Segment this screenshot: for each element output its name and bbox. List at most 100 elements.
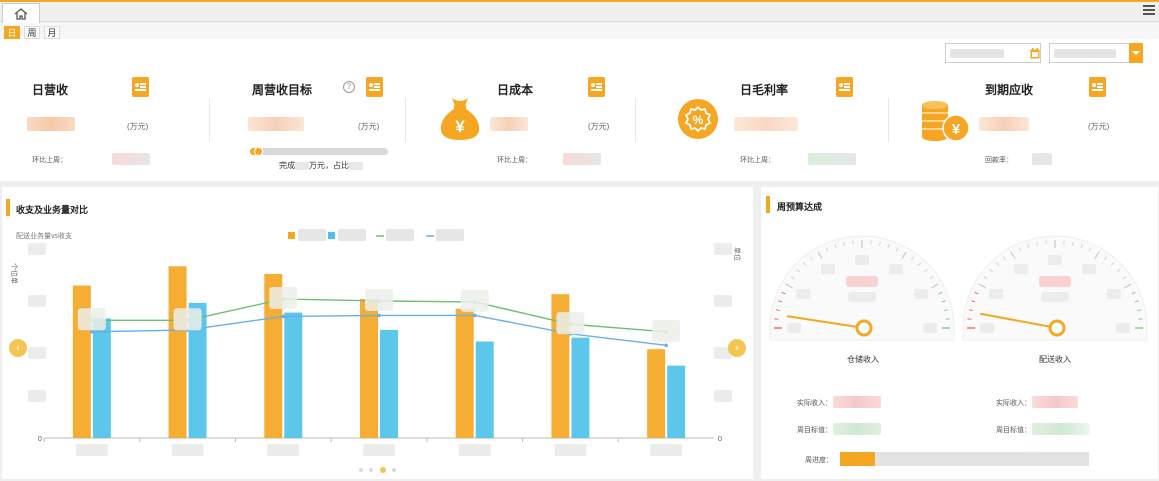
gauge-scale-label-blurred — [989, 289, 1004, 299]
question-circle-icon[interactable]: ? — [343, 81, 355, 93]
kpi-compare-label: 环比上周： — [497, 157, 532, 164]
y-tick-left-blurred — [28, 243, 46, 255]
data-label-blurred — [652, 319, 681, 342]
kpi-compare-value-blurred — [563, 153, 601, 165]
x-tick-label-blurred — [171, 444, 204, 456]
gauge-scale-label-blurred — [913, 289, 928, 299]
data-label-blurred — [556, 312, 585, 335]
divider — [635, 98, 636, 142]
home-icon — [14, 7, 28, 20]
bar — [168, 266, 187, 438]
currency-glyph: ¥ — [455, 117, 465, 136]
kpi-unit: (万元) — [358, 122, 380, 131]
actual-value-blurred — [1032, 396, 1078, 408]
gauge-scale-label-blurred — [796, 289, 811, 299]
period-tabs: 日 周 月 — [0, 23, 1159, 39]
org-select[interactable] — [1049, 43, 1143, 63]
pager-dot-active[interactable] — [380, 467, 386, 473]
line-point — [377, 313, 381, 318]
y-tick-left-blurred — [28, 390, 46, 402]
legend-label-blurred — [386, 229, 414, 241]
panel-accent — [6, 199, 10, 216]
report-icon[interactable] — [588, 77, 605, 97]
gauge-scale-label-blurred — [1116, 323, 1130, 333]
data-label-blurred — [269, 287, 298, 310]
gauge-group — [769, 235, 1148, 341]
pager-dot[interactable] — [359, 468, 363, 472]
bar — [284, 312, 303, 438]
panel-accent — [766, 196, 770, 213]
y-tick-zero: 0 — [718, 436, 722, 443]
chevron-down-icon[interactable] — [1129, 43, 1143, 63]
kpi-compare-value-blurred — [808, 153, 856, 165]
kpi-value-blurred — [734, 117, 798, 131]
kpi-daily-cost-title: 日成本 — [497, 83, 534, 97]
kpi-value-blurred — [248, 117, 304, 131]
report-icon[interactable] — [132, 77, 149, 97]
kpi-value-blurred — [490, 117, 528, 131]
panel-title: 周预算达成 — [777, 202, 823, 212]
gauge-value-blurred — [1039, 276, 1071, 287]
legend-label-blurred — [338, 229, 366, 241]
date-input[interactable] — [945, 43, 1041, 63]
divider — [405, 98, 406, 142]
actual-label: 实际收入： — [996, 400, 1031, 407]
gauge-scale-label-blurred — [923, 323, 937, 333]
y-tick-left-blurred — [28, 295, 46, 307]
y-axis-left-label: 个位单 — [10, 263, 19, 284]
currency-glyph: ¥ — [952, 121, 961, 138]
gauge-label-delivery: 配送收入 — [1039, 355, 1071, 364]
tab-day[interactable]: 日 — [4, 26, 20, 39]
pager-dot[interactable] — [369, 468, 373, 472]
hamburger-menu-icon[interactable] — [1143, 5, 1155, 17]
tab-month[interactable]: 月 — [44, 26, 60, 39]
report-icon[interactable] — [366, 77, 383, 97]
legend-swatch — [288, 232, 295, 239]
chart-prev-button[interactable]: ‹ — [9, 339, 27, 357]
kpi-compare-value-blurred — [112, 153, 150, 165]
percent-badge-icon: % — [678, 99, 718, 139]
x-tick-label-blurred — [650, 444, 683, 456]
tab-week[interactable]: 周 — [24, 26, 40, 39]
x-tick-label-blurred — [267, 444, 300, 456]
weekly-target-progress — [250, 147, 388, 156]
data-label-blurred — [460, 289, 489, 312]
y-tick-zero: 0 — [38, 436, 42, 443]
data-label-blurred — [365, 288, 393, 311]
target-label: 周目标值： — [797, 427, 832, 434]
bar — [360, 299, 378, 438]
y-axis-right-label: 单位 — [733, 247, 742, 261]
report-icon[interactable] — [1089, 77, 1106, 97]
kpi-daily-revenue-title: 日营收 — [32, 83, 69, 97]
y-tick-right-blurred — [714, 390, 732, 402]
pager-dot[interactable] — [392, 468, 396, 472]
progress-knob — [254, 147, 264, 156]
bar — [571, 337, 590, 438]
bar — [667, 365, 686, 438]
bar — [455, 308, 474, 438]
y-tick-right-blurred — [714, 243, 732, 255]
chart-next-button[interactable]: › — [728, 339, 746, 357]
line-point — [664, 343, 668, 348]
kpi-compare-label: 环比上周： — [32, 157, 67, 164]
gauge-scale-label-blurred — [980, 323, 994, 333]
home-tab[interactable] — [2, 3, 40, 23]
coin-stack-icon: ¥ — [922, 101, 970, 142]
bar-line-chart: 个位单 单位 0 0 — [10, 229, 742, 456]
progress-text: 完成 万元，占比 — [279, 160, 363, 171]
gauge-scale-label-blurred — [787, 323, 801, 333]
select-value-blurred — [1054, 49, 1116, 58]
kpi-compare-label: 环比上周： — [740, 157, 775, 164]
money-bag-icon: ¥ — [440, 98, 480, 140]
kpi-compare-label: 回款率： — [985, 157, 1013, 164]
gauge-scale-label-blurred — [1048, 255, 1062, 265]
divider — [209, 98, 210, 142]
bar — [475, 341, 494, 438]
legend-swatch — [328, 232, 335, 239]
calendar-icon[interactable] — [1028, 43, 1041, 63]
report-icon[interactable] — [836, 77, 853, 97]
legend-label-blurred — [298, 229, 326, 241]
kpi-value-blurred — [27, 117, 75, 131]
kpi-gross-margin-title: 日毛利率 — [740, 83, 789, 97]
y-tick-right-blurred — [714, 295, 732, 307]
